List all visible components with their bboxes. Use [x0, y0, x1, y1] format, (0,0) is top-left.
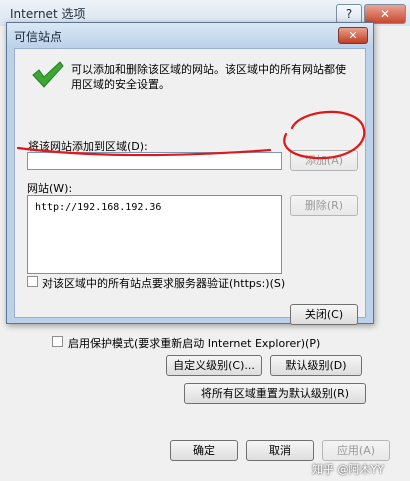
annotation-overlay [16, 110, 366, 160]
annotation-underline [16, 146, 272, 157]
annotation-circle [283, 110, 366, 160]
